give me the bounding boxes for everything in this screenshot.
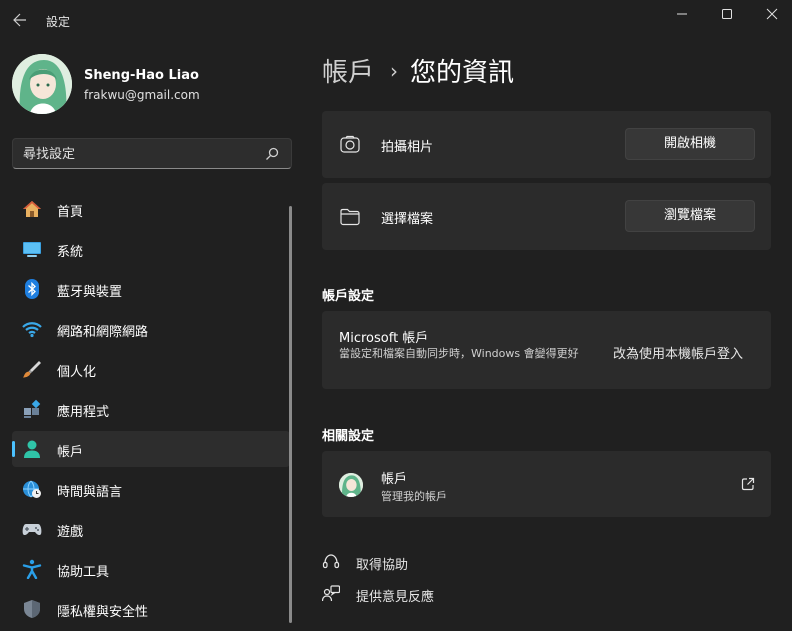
account-avatar bbox=[339, 473, 363, 497]
anime-avatar-image bbox=[12, 54, 72, 114]
app-title: 設定 bbox=[46, 15, 71, 29]
anime-avatar-image bbox=[339, 473, 363, 497]
microsoft-account-card: Microsoft 帳戶 當設定和檔案自動同步時，Windows 會變得更好 改… bbox=[322, 311, 771, 389]
sidebar-item-network[interactable]: 網路和網際網路 bbox=[12, 311, 290, 347]
breadcrumb-parent[interactable]: 帳戶 bbox=[322, 58, 374, 88]
open-external-icon[interactable] bbox=[741, 477, 755, 491]
person-icon bbox=[24, 440, 40, 458]
sidebar-item-personalization[interactable]: 個人化 bbox=[12, 351, 290, 387]
back-button[interactable] bbox=[10, 10, 30, 30]
accounts-subtitle: 管理我的帳戶 bbox=[381, 490, 447, 503]
browse-files-button[interactable]: 瀏覽檔案 bbox=[625, 200, 755, 232]
choose-file-label: 選擇檔案 bbox=[381, 212, 434, 227]
related-settings-heading: 相關設定 bbox=[322, 429, 375, 444]
help-icon bbox=[322, 554, 340, 569]
search-input[interactable] bbox=[23, 145, 263, 163]
accounts-title: 帳戶 bbox=[381, 472, 408, 487]
chevron-right-icon: › bbox=[390, 59, 399, 83]
take-photo-label: 拍攝相片 bbox=[381, 140, 434, 155]
gamepad-icon bbox=[22, 524, 42, 536]
open-camera-button[interactable]: 開啟相機 bbox=[625, 128, 755, 160]
take-photo-card: 拍攝相片 開啟相機 bbox=[322, 111, 771, 178]
profile-email: frakwu@gmail.com bbox=[84, 88, 200, 102]
sidebar-scrollbar[interactable] bbox=[289, 206, 292, 623]
wifi-icon bbox=[22, 322, 42, 338]
sidebar-item-time-language[interactable]: 時間與語言 bbox=[12, 471, 290, 507]
sidebar-item-label: 時間與語言 bbox=[57, 485, 123, 500]
give-feedback-link[interactable]: 提供意見反應 bbox=[322, 585, 462, 605]
search-icon[interactable] bbox=[265, 147, 279, 161]
maximize-icon bbox=[722, 9, 732, 19]
bluetooth-icon bbox=[25, 279, 39, 299]
sidebar-item-system[interactable]: 系統 bbox=[12, 231, 290, 267]
back-arrow-icon bbox=[13, 13, 26, 27]
profile-avatar[interactable] bbox=[12, 54, 72, 114]
microsoft-account-title: Microsoft 帳戶 bbox=[339, 331, 429, 346]
selection-indicator bbox=[12, 441, 15, 457]
sidebar-item-label: 遊戲 bbox=[57, 525, 84, 540]
sidebar-item-home[interactable]: 首頁 bbox=[12, 191, 290, 227]
get-help-link[interactable]: 取得協助 bbox=[322, 553, 442, 573]
sidebar-nav: 首頁 系統 藍牙與裝置 網路和網際網路 個人化 應用程式 帳戶 時間與語言 遊戲… bbox=[12, 191, 290, 631]
close-icon bbox=[766, 8, 778, 20]
sidebar-item-label: 個人化 bbox=[57, 365, 97, 380]
sign-in-local-account-link[interactable]: 改為使用本機帳戶登入 bbox=[613, 343, 743, 362]
close-button[interactable] bbox=[760, 4, 784, 24]
maximize-button[interactable] bbox=[715, 4, 739, 24]
choose-file-card: 選擇檔案 瀏覽檔案 bbox=[322, 183, 771, 250]
sidebar-item-accounts[interactable]: 帳戶 bbox=[12, 431, 290, 467]
sidebar-item-label: 應用程式 bbox=[57, 405, 110, 420]
globe-clock-icon bbox=[23, 480, 41, 498]
sidebar-item-accessibility[interactable]: 協助工具 bbox=[12, 551, 290, 587]
camera-icon bbox=[340, 135, 360, 153]
get-help-label: 取得協助 bbox=[356, 558, 409, 573]
system-icon bbox=[23, 242, 41, 257]
sidebar-item-bluetooth[interactable]: 藍牙與裝置 bbox=[12, 271, 290, 307]
sidebar-item-label: 藍牙與裝置 bbox=[57, 285, 123, 300]
sidebar-item-label: 網路和網際網路 bbox=[57, 325, 149, 340]
sidebar-item-apps[interactable]: 應用程式 bbox=[12, 391, 290, 427]
page-title: 您的資訊 bbox=[410, 58, 515, 88]
give-feedback-label: 提供意見反應 bbox=[356, 590, 435, 605]
sidebar-item-label: 首頁 bbox=[57, 205, 84, 220]
sidebar-item-privacy[interactable]: 隱私權與安全性 bbox=[12, 591, 290, 627]
home-icon bbox=[23, 201, 41, 217]
accessibility-icon bbox=[22, 559, 42, 579]
microsoft-account-description: 當設定和檔案自動同步時，Windows 會變得更好 bbox=[339, 347, 579, 360]
title-bar: 設定 bbox=[0, 0, 792, 40]
folder-icon bbox=[340, 208, 360, 226]
brush-icon bbox=[23, 361, 41, 378]
sidebar-item-label: 隱私權與安全性 bbox=[57, 605, 149, 620]
minimize-button[interactable] bbox=[670, 4, 694, 24]
account-settings-heading: 帳戶設定 bbox=[322, 289, 375, 304]
apps-icon bbox=[24, 399, 41, 418]
profile-name: Sheng-Hao Liao bbox=[84, 68, 199, 83]
accounts-related-card[interactable]: 帳戶 管理我的帳戶 bbox=[322, 451, 771, 517]
sidebar-item-label: 系統 bbox=[57, 245, 84, 260]
feedback-icon bbox=[322, 585, 340, 602]
sidebar-item-label: 帳戶 bbox=[57, 445, 84, 460]
sidebar-item-label: 協助工具 bbox=[57, 565, 110, 580]
breadcrumb: 帳戶 › 您的資訊 bbox=[322, 52, 514, 92]
sidebar-item-gaming[interactable]: 遊戲 bbox=[12, 511, 290, 547]
search-box[interactable] bbox=[12, 138, 292, 169]
shield-icon bbox=[24, 600, 40, 618]
minimize-icon bbox=[677, 13, 687, 15]
